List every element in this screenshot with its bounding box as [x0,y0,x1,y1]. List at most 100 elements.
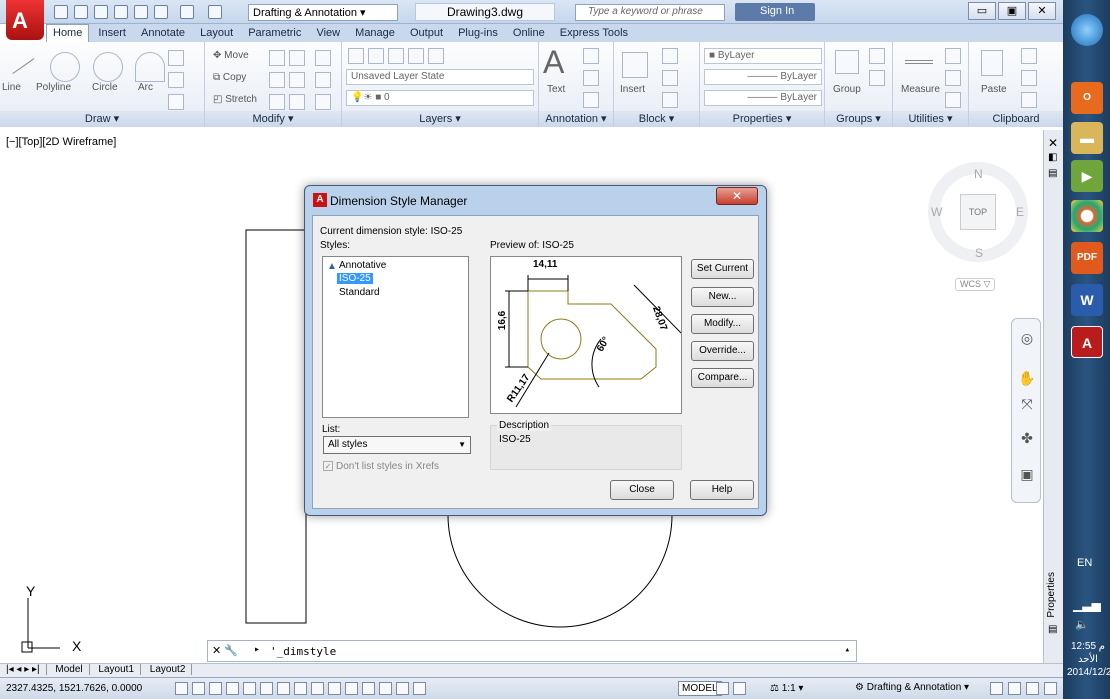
group-icon[interactable] [835,50,859,74]
palette-autohide-icon[interactable]: ◧ [1048,152,1057,163]
coordinates-readout[interactable]: 2327.4325, 1521.7626, 0.0000 [6,683,142,694]
language-indicator[interactable]: EN [1077,557,1092,569]
quick-properties-icon[interactable] [379,682,392,695]
edit-block-icon[interactable] [662,70,678,86]
orbit-icon[interactable]: ✤ [1018,429,1036,447]
tab-manage[interactable]: Manage [349,25,401,43]
isolate-objects-icon[interactable] [1026,682,1039,695]
tab-express-tools[interactable]: Express Tools [554,25,634,43]
draw-panel-title[interactable]: Draw ▾ [0,111,204,127]
array-icon[interactable] [289,94,305,110]
ellipse-icon[interactable] [168,72,184,88]
hardware-acceleration-icon[interactable] [1008,682,1021,695]
mirror-icon[interactable] [269,72,285,88]
lock-ui-icon[interactable] [990,682,1003,695]
close-window-button[interactable]: ✕ [1028,2,1056,20]
grid-display-icon[interactable] [209,682,222,695]
text-icon[interactable]: A [543,44,564,81]
compass-north[interactable]: N [974,167,983,181]
move-button[interactable]: ✥ Move [213,50,249,61]
explode-icon[interactable] [315,72,331,88]
compass-east[interactable]: E [1016,205,1024,219]
tab-layout1[interactable]: Layout1 [92,664,142,675]
block-panel-title[interactable]: Block ▾ [614,111,699,127]
id-point-icon[interactable] [945,48,961,64]
tab-output[interactable]: Output [404,25,449,43]
erase-icon[interactable] [315,50,331,66]
open-icon[interactable] [74,5,88,19]
zoom-icon[interactable]: ⤧ [1018,395,1036,413]
pdf-app-icon[interactable]: PDF [1071,242,1103,274]
tab-view[interactable]: View [310,25,346,43]
leader-icon[interactable] [583,70,599,86]
rotate-icon[interactable] [269,50,285,66]
trim-icon[interactable] [289,50,305,66]
layer-dropdown[interactable]: 💡☀ ■ 0 [346,90,534,106]
object-snap-icon[interactable] [260,682,273,695]
color-dropdown[interactable]: ■ ByLayer [704,48,822,64]
help-search-input[interactable]: Type a keyword or phrase [575,4,725,21]
minimize-button[interactable]: ▭ [968,2,996,20]
layer-state-dropdown[interactable]: Unsaved Layer State [346,69,534,85]
object-snap-tracking-icon[interactable] [294,682,307,695]
rectangle-icon[interactable] [168,50,184,66]
workspace-switch-button[interactable]: ⚙ Drafting & Annotation ▾ [855,682,969,693]
save-as-icon[interactable] [114,5,128,19]
styles-listbox[interactable]: ▲ Annotative ISO-25 Standard [322,256,469,418]
offset-icon[interactable] [315,94,331,110]
override-button[interactable]: Override... [691,341,754,361]
fillet-icon[interactable] [289,72,305,88]
cut-icon[interactable] [1021,48,1037,64]
lineweight-icon[interactable] [345,682,358,695]
tab-home[interactable]: Home [46,24,90,42]
command-expand-icon[interactable]: ▴ [845,645,850,655]
new-icon[interactable] [54,5,68,19]
tab-plug-ins[interactable]: Plug-ins [452,25,504,43]
line-icon[interactable] [3,45,35,75]
clipboard-panel-title[interactable]: Clipboard [969,111,1063,127]
3d-object-snap-icon[interactable] [277,682,290,695]
properties-panel-title[interactable]: Properties ▾ [700,111,824,127]
sign-in-label[interactable]: Sign In [760,5,794,17]
new-button[interactable]: New... [691,287,754,307]
linetype-dropdown[interactable]: ——— ByLayer [704,69,822,85]
tab-online[interactable]: Online [507,25,551,43]
hatch-icon[interactable] [168,94,184,110]
annotation-scale-button[interactable]: ⚖ 1:1 ▾ [770,683,803,694]
attribute-icon[interactable] [662,92,678,108]
showmotion-icon[interactable]: ▣ [1018,465,1036,483]
style-item-annotative[interactable]: Annotative [337,260,388,271]
tab-insert[interactable]: Insert [92,25,132,43]
arc-icon[interactable] [135,52,165,82]
layer-off-icon[interactable] [388,48,404,64]
layout-nav-buttons[interactable]: |◂ ◂ ▸ ▸| [0,664,47,675]
layers-panel-title[interactable]: Layers ▾ [342,111,538,127]
layer-freeze-icon[interactable] [368,48,384,64]
ungroup-icon[interactable] [869,48,885,64]
quick-view-layouts-icon[interactable] [716,682,729,695]
compass-west[interactable]: W [931,205,942,219]
volume-icon[interactable]: 🔈 [1075,618,1089,631]
properties-palette-tab[interactable]: Properties [1046,572,1057,618]
tab-layout2[interactable]: Layout2 [144,664,193,675]
word-icon[interactable]: W [1071,284,1103,316]
properties-palette-icon[interactable]: ▤ [1048,624,1057,635]
media-icon[interactable]: ▶ [1071,160,1103,192]
modify-button[interactable]: Modify... [691,314,754,334]
compass-south[interactable]: S [975,246,983,260]
polyline-icon[interactable] [50,52,80,82]
clean-screen-icon[interactable] [1044,682,1057,695]
infer-constraints-icon[interactable] [175,682,188,695]
application-menu-button[interactable]: A [6,0,44,40]
groups-panel-title[interactable]: Groups ▾ [825,111,892,127]
tab-model[interactable]: Model [49,664,90,675]
print-icon[interactable] [154,5,168,19]
layer-properties-icon[interactable] [348,48,364,64]
dynamic-ucs-icon[interactable] [311,682,324,695]
tab-annotate[interactable]: Annotate [135,25,191,43]
calculator-icon[interactable] [945,92,961,108]
table-icon[interactable] [583,92,599,108]
help-button[interactable]: Help [690,480,754,500]
lineweight-dropdown[interactable]: ——— ByLayer [704,90,822,106]
network-icon[interactable]: ▁▃▅ [1073,598,1101,612]
